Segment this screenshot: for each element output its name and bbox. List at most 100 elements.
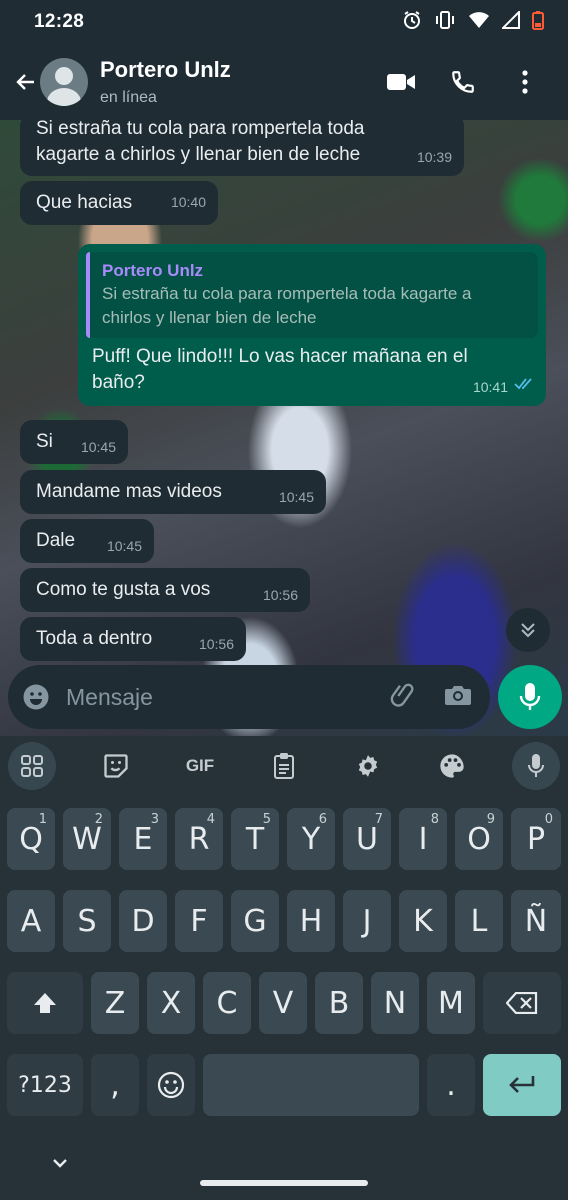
key-label: D (131, 903, 155, 939)
attach-icon[interactable] (390, 681, 418, 714)
message-text: Que hacias (36, 192, 133, 213)
emoji-icon (157, 1071, 185, 1099)
vibrate-icon (434, 10, 456, 35)
key-r[interactable]: R4 (175, 808, 223, 870)
key-n[interactable]: N (371, 972, 419, 1034)
key-j[interactable]: J (343, 890, 391, 952)
key-label: L (470, 903, 488, 939)
message-text: Mandame mas videos (36, 481, 222, 502)
message-time: 10:45 (80, 439, 116, 455)
key-d[interactable]: D (119, 890, 167, 952)
apps-grid-icon[interactable] (8, 742, 56, 790)
key-h[interactable]: H (287, 890, 335, 952)
quoted-text: chirlos y llenar bien de leche (102, 308, 317, 327)
key-label: J (362, 903, 372, 939)
message-time: 10:56 (198, 636, 234, 652)
settings-gear-icon[interactable] (344, 746, 392, 786)
hide-keyboard-chevron-icon[interactable] (48, 1156, 72, 1177)
message-input[interactable]: Mensaje (66, 684, 153, 711)
comma-key[interactable]: , (91, 1054, 139, 1116)
signal-icon (500, 9, 520, 34)
message-time: 10:45 (106, 538, 142, 554)
theme-palette-icon[interactable] (428, 746, 476, 786)
gif-button[interactable]: GIF (176, 746, 224, 786)
battery-low-icon (532, 10, 544, 35)
key-m[interactable]: M (427, 972, 475, 1034)
chat-area[interactable]: Si estraña tu cola para rompertela toda … (0, 120, 568, 736)
double-chevron-down-icon (521, 623, 535, 638)
message-time: 10:40 (170, 194, 206, 210)
contact-status: en línea (100, 89, 157, 106)
key-hint: 6 (318, 812, 327, 827)
more-options-icon[interactable] (494, 58, 556, 106)
camera-icon[interactable] (444, 683, 472, 712)
quoted-message[interactable]: Portero Unlz Si estraña tu cola para rom… (86, 252, 538, 338)
key-p[interactable]: P0 (511, 808, 561, 870)
message-text: Puff! Que lindo!!! Lo vas hacer mañana e… (92, 346, 468, 367)
key-x[interactable]: X (147, 972, 195, 1034)
period-key[interactable]: . (427, 1054, 475, 1116)
key-hint: 4 (206, 812, 215, 827)
enter-arrow-icon (509, 1076, 535, 1093)
message-time: 10:39 (416, 149, 452, 165)
key-label: Y (301, 821, 321, 857)
message-bubble[interactable]: Si 10:45 (20, 420, 128, 464)
emoji-icon[interactable] (8, 683, 64, 711)
space-bar[interactable] (203, 1054, 419, 1116)
voice-typing-mic-icon[interactable] (512, 742, 560, 790)
key-y[interactable]: Y6 (287, 808, 335, 870)
message-bubble[interactable]: Si estraña tu cola para rompertela toda … (20, 120, 464, 176)
key-b[interactable]: B (315, 972, 363, 1034)
key-f[interactable]: F (175, 890, 223, 952)
key-g[interactable]: G (231, 890, 279, 952)
symbols-key[interactable]: ?123 (7, 1054, 83, 1116)
key-c[interactable]: C (203, 972, 251, 1034)
message-bubble-outgoing[interactable]: Portero Unlz Si estraña tu cola para rom… (78, 244, 546, 406)
video-call-icon[interactable] (370, 58, 432, 106)
key-hint: 0 (544, 812, 553, 827)
emoji-key[interactable] (147, 1054, 195, 1116)
message-bubble[interactable]: Mandame mas videos 10:45 (20, 470, 326, 514)
key-e[interactable]: E3 (119, 808, 167, 870)
key-s[interactable]: S (63, 890, 111, 952)
key-a[interactable]: A (7, 890, 55, 952)
key-n-tilde[interactable]: Ñ (511, 890, 561, 952)
key-label: Ñ (524, 903, 548, 939)
key-u[interactable]: U7 (343, 808, 391, 870)
clipboard-icon[interactable] (260, 746, 308, 786)
key-z[interactable]: Z (91, 972, 139, 1034)
enter-key[interactable] (483, 1054, 561, 1116)
key-t[interactable]: T5 (231, 808, 279, 870)
key-label: C (216, 985, 238, 1021)
key-o[interactable]: O9 (455, 808, 503, 870)
phone-call-icon[interactable] (432, 58, 494, 106)
shift-key[interactable] (7, 972, 83, 1034)
key-label: S (77, 903, 97, 939)
message-bubble[interactable]: Dale 10:45 (20, 519, 154, 563)
key-i[interactable]: I8 (399, 808, 447, 870)
message-text: Si estraña tu cola para rompertela toda (36, 120, 365, 139)
contact-info[interactable]: Portero Unlz en línea (100, 57, 231, 107)
key-k[interactable]: K (399, 890, 447, 952)
message-time: 10:45 (278, 489, 314, 505)
message-bubble[interactable]: Que hacias 10:40 (20, 181, 218, 225)
shift-arrow-icon (34, 993, 56, 1013)
key-q[interactable]: Q1 (7, 808, 55, 870)
key-label: B (328, 985, 350, 1021)
on-screen-keyboard: GIF Q1 W2 E3 R4 T5 Y6 U7 I8 O9 P0 A S D … (0, 736, 568, 1200)
message-text: Si (36, 431, 53, 452)
key-w[interactable]: W2 (63, 808, 111, 870)
voice-message-button[interactable] (498, 665, 562, 729)
sticker-icon[interactable] (92, 746, 140, 786)
key-l[interactable]: L (455, 890, 503, 952)
message-bubble[interactable]: Como te gusta a vos 10:56 (20, 568, 310, 612)
message-bubble[interactable]: Toda a dentro 10:56 (20, 617, 246, 661)
status-bar: 12:28 (0, 0, 568, 44)
key-v[interactable]: V (259, 972, 307, 1034)
home-gesture-bar[interactable] (200, 1180, 368, 1186)
message-text: kagarte a chirlos y llenar bien de leche (36, 144, 361, 165)
scroll-to-bottom-button[interactable] (506, 608, 550, 652)
backspace-key[interactable] (483, 972, 561, 1034)
key-label: I (418, 821, 428, 857)
avatar[interactable] (40, 58, 88, 106)
